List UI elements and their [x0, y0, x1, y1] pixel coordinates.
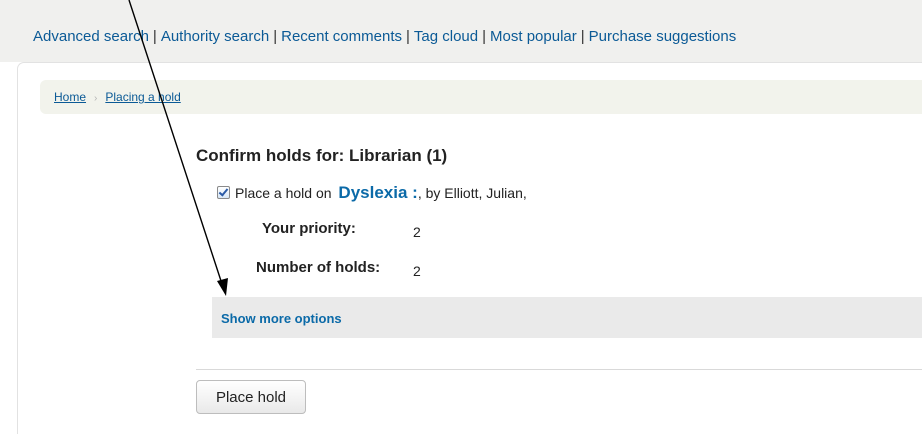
confirm-holds-heading: Confirm holds for: Librarian (1) [196, 146, 448, 165]
main-content-panel [17, 62, 922, 434]
breadcrumb-chevron-icon: › [94, 93, 98, 104]
show-more-options-link[interactable]: Show more options [221, 311, 342, 326]
more-options-bar: Show more options [212, 297, 922, 338]
nav-separator: | [580, 28, 585, 45]
priority-value: 2 [413, 224, 421, 240]
nav-separator: | [406, 28, 410, 45]
hold-byline-text: , by Elliott, Julian, [417, 185, 527, 201]
breadcrumb-home-link[interactable]: Home [54, 90, 86, 104]
nav-link-authority-search[interactable]: Authority search [161, 28, 269, 45]
nav-separator: | [273, 28, 278, 45]
breadcrumb: Home › Placing a hold [40, 80, 922, 114]
place-hold-button[interactable]: Place hold [196, 380, 306, 414]
nav-separator: | [152, 28, 157, 45]
hold-prefix-text: Place a hold on [235, 185, 332, 201]
number-of-holds-value: 2 [413, 263, 421, 279]
top-nav-links: Advanced search | Authority search | Recent … [33, 28, 736, 45]
nav-link-advanced-search[interactable]: Advanced search [33, 28, 149, 45]
hold-checkbox[interactable] [217, 186, 230, 199]
priority-label: Your priority: [262, 220, 356, 237]
nav-separator: | [482, 28, 487, 45]
nav-link-tag-cloud[interactable]: Tag cloud [414, 28, 478, 45]
nav-link-recent-comments[interactable]: Recent comments [281, 28, 402, 45]
nav-link-purchase-suggestions[interactable]: Purchase suggestions [589, 28, 737, 45]
breadcrumb-current-link[interactable]: Placing a hold [105, 90, 180, 104]
hold-item-title-link[interactable]: Dyslexia : [338, 183, 417, 202]
number-of-holds-label: Number of holds: [256, 259, 381, 276]
hold-item-line: Place a hold on Dyslexia :, by Elliott, … [217, 183, 527, 203]
form-divider [196, 369, 922, 370]
nav-link-most-popular[interactable]: Most popular [490, 28, 577, 45]
